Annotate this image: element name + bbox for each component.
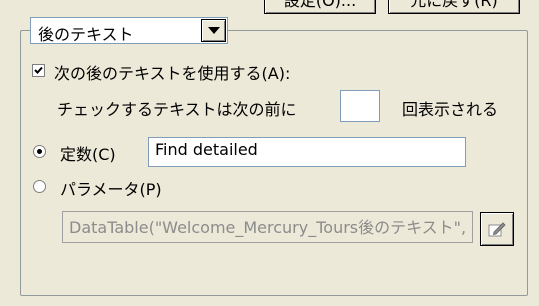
constant-value: Find detailed [155,140,258,159]
edit-pencil-icon [488,222,506,237]
restore-button-label: 元に戻す(R) [410,0,498,10]
parameter-value: DataTable("Welcome_Mercury_Tours後のテキスト", [69,218,467,237]
text-type-dropdown[interactable]: 後のテキスト [30,17,228,44]
parameter-radio[interactable] [33,180,46,193]
dropdown-arrow-button[interactable] [201,19,226,42]
parameter-value-input: DataTable("Welcome_Mercury_Tours後のテキスト", [62,211,473,243]
use-following-text-label: 次の後のテキストを使用する(A): [54,64,291,83]
use-following-text-checkbox[interactable] [32,64,45,77]
check-text-suffix-label: 回表示される [402,100,499,119]
constant-label: 定数(C) [60,145,116,164]
restore-button[interactable]: 元に戻す(R) [388,0,520,14]
occurrence-count-input[interactable] [340,90,380,122]
parameter-label: パラメータ(P) [60,180,162,199]
edit-parameter-button[interactable] [480,212,514,246]
constant-value-input[interactable]: Find detailed [148,137,466,167]
settings-button-label: 設定(O)... [283,0,357,10]
check-text-prefix-label: チェックするテキストは次の前に [57,100,297,119]
constant-radio[interactable] [33,145,46,158]
radio-selected-dot [37,149,42,154]
chevron-down-icon [208,27,220,34]
text-type-dropdown-value: 後のテキスト [38,25,134,44]
checkmark-icon [34,66,43,74]
settings-button[interactable]: 設定(O)... [264,0,376,14]
